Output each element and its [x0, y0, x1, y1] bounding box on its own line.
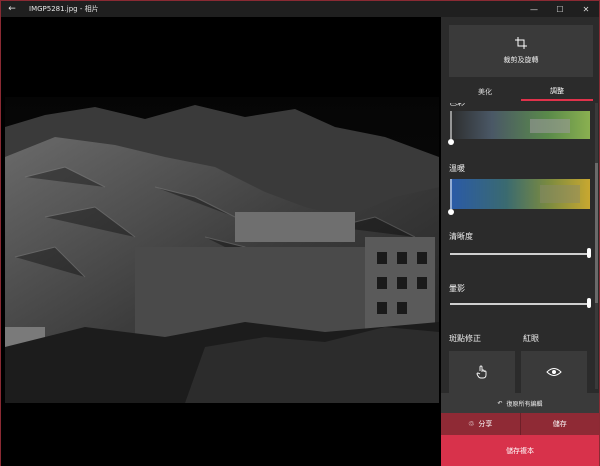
- panel-scrollbar[interactable]: [595, 103, 598, 389]
- edit-tabs: 美化 調整: [449, 83, 593, 101]
- scrollbar-thumb[interactable]: [595, 163, 598, 303]
- color-label: 色彩: [449, 103, 465, 108]
- vignette-slider-track[interactable]: [450, 303, 590, 305]
- crop-icon: [515, 37, 527, 49]
- photo-image: [5, 97, 439, 403]
- undo-icon: ↶: [497, 399, 503, 407]
- revert-all-label: 復原所有編輯: [506, 400, 543, 408]
- back-arrow-icon: ←: [8, 4, 16, 14]
- warmth-strip[interactable]: [450, 179, 590, 209]
- eye-icon: [546, 368, 562, 376]
- warmth-label: 溫暖: [449, 164, 465, 173]
- share-icon: ♲: [468, 420, 475, 428]
- clarity-label: 清晰度: [449, 232, 473, 241]
- red-eye-label: 紅眼: [523, 334, 539, 343]
- share-label: 分享: [478, 420, 493, 428]
- maximize-icon: ☐: [556, 4, 564, 14]
- crop-rotate-button[interactable]: 裁剪及旋轉: [449, 25, 593, 77]
- title-bar: ← IMGP5281.jpg - 相片 — ☐ ✕: [1, 1, 599, 17]
- save-button[interactable]: 儲存: [519, 413, 599, 435]
- save-copy-label: 儲存複本: [506, 446, 534, 455]
- action-bar: ♲ 分享 儲存: [441, 413, 599, 435]
- clarity-slider-track[interactable]: [450, 253, 590, 255]
- spot-fix-label: 斑點修正: [449, 334, 481, 343]
- color-strip[interactable]: [450, 111, 590, 139]
- tab-adjust[interactable]: 調整: [521, 83, 593, 101]
- share-button[interactable]: ♲ 分享: [441, 413, 520, 435]
- warmth-strip-image: [450, 179, 590, 209]
- vignette-label: 暈影: [449, 284, 465, 293]
- clarity-slider-thumb[interactable]: [587, 248, 591, 258]
- save-copy-button[interactable]: 儲存複本: [441, 435, 599, 466]
- warmth-slider-thumb[interactable]: [448, 209, 454, 215]
- touch-hand-icon: [476, 365, 487, 379]
- crop-rotate-label: 裁剪及旋轉: [503, 56, 539, 64]
- save-label: 儲存: [552, 420, 567, 428]
- photo-viewer: [1, 17, 441, 466]
- photo: [5, 97, 439, 403]
- minimize-button[interactable]: —: [521, 1, 547, 17]
- tab-enhance[interactable]: 美化: [449, 83, 521, 101]
- spot-fix-button[interactable]: [449, 351, 515, 393]
- close-button[interactable]: ✕: [573, 1, 599, 17]
- maximize-button[interactable]: ☐: [547, 1, 573, 17]
- close-icon: ✕: [582, 4, 590, 14]
- edit-panel: 裁剪及旋轉 美化 調整 色彩: [441, 17, 599, 466]
- red-eye-button[interactable]: [521, 351, 587, 393]
- color-strip-image: [450, 111, 590, 139]
- vignette-slider-thumb[interactable]: [587, 298, 591, 308]
- adjust-scroll-area: 色彩 溫暖: [441, 103, 599, 393]
- window-title: IMGP5281.jpg - 相片: [29, 5, 99, 13]
- minimize-icon: —: [530, 4, 538, 14]
- color-slider-thumb[interactable]: [448, 139, 454, 145]
- back-button[interactable]: ←: [1, 1, 23, 17]
- revert-all-button[interactable]: ↶ 復原所有編輯: [441, 393, 599, 413]
